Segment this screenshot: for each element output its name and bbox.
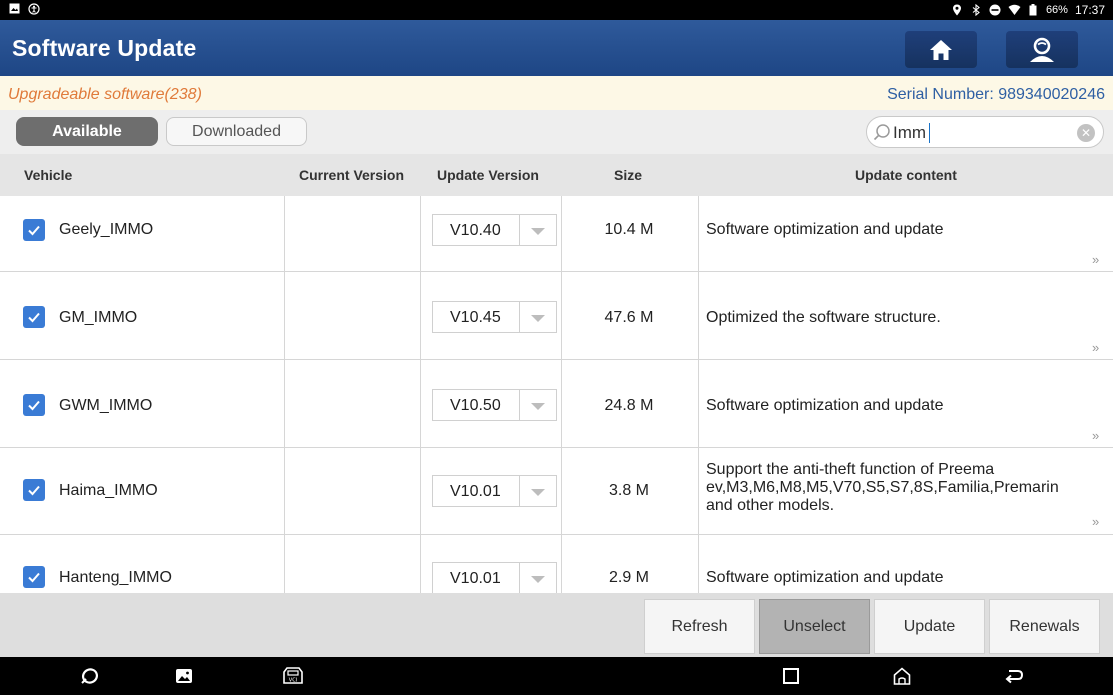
- column-header-update-version: Update Version: [437, 167, 539, 183]
- recents-icon[interactable]: [781, 666, 801, 686]
- svg-text:VCI: VCI: [289, 678, 297, 684]
- version-select[interactable]: V10.01: [432, 562, 557, 594]
- bluetooth-icon: [970, 3, 982, 17]
- vehicle-name: Haima_IMMO: [59, 482, 158, 499]
- update-content: Software optimization and update: [706, 221, 944, 238]
- version-value: V10.50: [450, 397, 501, 414]
- update-content: Support the anti-theft function of Preem…: [706, 461, 1059, 514]
- page-title: Software Update: [12, 35, 197, 61]
- title-bar: Software Update: [0, 20, 1113, 76]
- row-checkbox[interactable]: [23, 394, 45, 416]
- clock: 17:37: [1074, 3, 1105, 17]
- version-select[interactable]: V10.40: [432, 214, 557, 246]
- column-header-current-version: Current Version: [299, 167, 405, 183]
- version-value: V10.01: [450, 483, 501, 500]
- row-checkbox[interactable]: [23, 306, 45, 328]
- tab-available[interactable]: Available: [16, 117, 158, 146]
- version-value: V10.01: [450, 570, 501, 587]
- column-header-update-content: Update content: [855, 167, 957, 183]
- size-value: 24.8 M: [604, 397, 654, 414]
- home-icon: [930, 39, 952, 60]
- update-content: Software optimization and update: [706, 397, 944, 414]
- dropdown-arrow-icon: [531, 489, 545, 496]
- tab-downloaded[interactable]: Downloaded: [166, 117, 307, 146]
- search-icon: [873, 124, 890, 141]
- dropdown-arrow-icon: [531, 228, 545, 235]
- upgradeable-count: Upgradeable software(238): [8, 86, 202, 103]
- text-caret: [929, 123, 930, 143]
- home-icon[interactable]: [892, 666, 912, 686]
- size-value: 10.4 M: [604, 221, 654, 238]
- version-value: V10.45: [450, 309, 501, 326]
- version-select[interactable]: V10.50: [432, 389, 557, 421]
- action-bar: Refresh Unselect Update Renewals: [0, 593, 1113, 657]
- table-header: Vehicle Current Version Update Version S…: [0, 154, 1113, 196]
- more-icon[interactable]: »: [1092, 428, 1099, 443]
- accessibility-icon: [28, 3, 40, 15]
- update-button[interactable]: Update: [874, 599, 985, 654]
- user-support-icon: [1030, 37, 1054, 62]
- vci-icon[interactable]: VCI: [282, 666, 304, 686]
- table-row[interactable]: Geely_IMMO V10.40 10.4 M Software optimi…: [0, 196, 1113, 272]
- more-icon[interactable]: »: [1092, 514, 1099, 529]
- vehicle-name: GM_IMMO: [59, 309, 138, 326]
- status-bar: 66% 17:37: [0, 0, 1113, 20]
- back-icon[interactable]: [1004, 666, 1024, 686]
- search-box[interactable]: ✕: [866, 116, 1104, 148]
- row-checkbox[interactable]: [23, 219, 45, 241]
- table-row[interactable]: GWM_IMMO V10.50 24.8 M Software optimiza…: [0, 360, 1113, 448]
- image-icon: [8, 3, 20, 15]
- column-header-vehicle: Vehicle: [24, 167, 73, 183]
- dropdown-arrow-icon: [531, 315, 545, 322]
- unselect-button[interactable]: Unselect: [759, 599, 870, 654]
- size-value: 47.6 M: [604, 309, 654, 326]
- more-icon[interactable]: »: [1092, 340, 1099, 355]
- navigation-bar: VCI: [0, 657, 1113, 695]
- gallery-icon[interactable]: [174, 666, 194, 686]
- vehicle-name: Hanteng_IMMO: [59, 569, 172, 586]
- vehicle-name: GWM_IMMO: [59, 397, 153, 414]
- version-select[interactable]: V10.45: [432, 301, 557, 333]
- serial-number: Serial Number: 989340020246: [887, 86, 1105, 103]
- size-value: 2.9 M: [608, 569, 649, 586]
- dropdown-arrow-icon: [531, 403, 545, 410]
- update-content: Software optimization and update: [706, 569, 944, 586]
- tabs-row: Available Downloaded ✕: [0, 110, 1113, 154]
- refresh-button[interactable]: Refresh: [644, 599, 755, 654]
- table-row[interactable]: GM_IMMO V10.45 47.6 M Optimized the soft…: [0, 272, 1113, 360]
- size-value: 3.8 M: [608, 482, 649, 499]
- vehicle-name: Geely_IMMO: [59, 221, 154, 238]
- column-header-size: Size: [614, 167, 643, 183]
- version-select[interactable]: V10.01: [432, 475, 557, 507]
- table-row[interactable]: Haima_IMMO V10.01 3.8 M Support the anti…: [0, 448, 1113, 535]
- dropdown-arrow-icon: [531, 576, 545, 583]
- wifi-icon: [1008, 4, 1021, 16]
- browser-icon[interactable]: [80, 666, 100, 686]
- search-input[interactable]: [893, 121, 1063, 144]
- battery-icon: [1027, 4, 1039, 16]
- battery-percent: 66%: [1045, 4, 1068, 16]
- location-icon: [951, 4, 963, 16]
- info-row: Upgradeable software(238) Serial Number:…: [0, 76, 1113, 110]
- renewals-button[interactable]: Renewals: [989, 599, 1100, 654]
- version-value: V10.40: [450, 222, 501, 239]
- table-row[interactable]: Hanteng_IMMO V10.01 2.9 M Software optim…: [0, 535, 1113, 594]
- clear-icon[interactable]: ✕: [1077, 124, 1095, 142]
- user-support-button[interactable]: [1006, 31, 1078, 68]
- home-button[interactable]: [905, 31, 977, 68]
- more-icon[interactable]: »: [1092, 252, 1099, 267]
- row-checkbox[interactable]: [23, 479, 45, 501]
- do-not-disturb-icon: [989, 4, 1001, 16]
- update-content: Optimized the software structure.: [706, 309, 941, 326]
- row-checkbox[interactable]: [23, 566, 45, 588]
